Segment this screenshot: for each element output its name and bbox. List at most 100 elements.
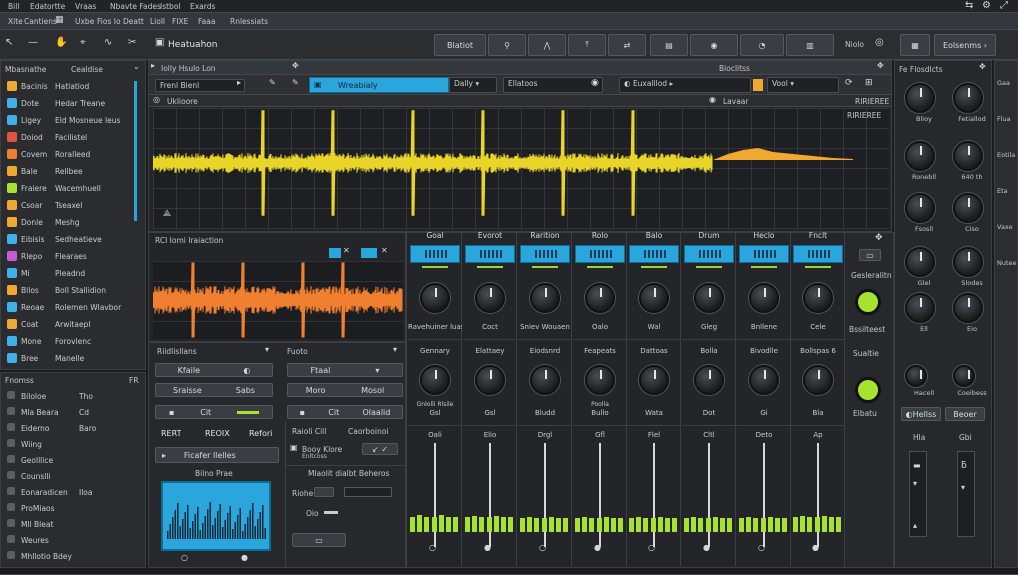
right-knob[interactable] — [953, 193, 983, 223]
library-item[interactable]: Llgey Eld Mosneue leus — [3, 113, 143, 128]
fx-button[interactable]: ▭ — [859, 249, 881, 261]
right-bottom-button[interactable]: ▭ — [292, 533, 346, 547]
fader-cap-icon[interactable]: ● — [812, 543, 819, 552]
right-knob[interactable] — [953, 247, 983, 277]
far-right-item[interactable]: Vaxe — [997, 223, 1017, 231]
right-check-button[interactable]: ↙ ✓ — [362, 443, 398, 455]
record-icon[interactable]: ◉ — [591, 78, 599, 88]
sampler-waveform[interactable] — [153, 261, 403, 339]
right-knob[interactable] — [905, 141, 935, 171]
secondary-item[interactable]: Cantiens — [24, 17, 57, 26]
sampler-play-row[interactable]: ▸ Ficafer llelles — [155, 447, 279, 463]
library-item[interactable]: Dote Hedar Treane — [3, 96, 143, 111]
mode-toggle-icon[interactable]: ◎ — [875, 37, 884, 48]
library-item[interactable]: Bllos Boll Stallidion — [3, 283, 143, 298]
sampler-row-3[interactable]: Sraisse Sabs — [155, 383, 273, 397]
channel-meter-button[interactable] — [629, 245, 679, 263]
channel-knob-2[interactable] — [475, 365, 505, 395]
editor-field-4[interactable]: ◐ Euxalllod ▸ — [619, 77, 751, 93]
channel-knob-2[interactable] — [585, 365, 615, 395]
fx-green-knob-2[interactable] — [855, 377, 881, 403]
fx-header-icon[interactable]: ✥ — [875, 233, 883, 243]
tool-button-3[interactable]: ⤒ — [568, 34, 606, 56]
tool-button-4[interactable]: ⇄ — [608, 34, 646, 56]
sampler-row-4[interactable]: Moro Mosol — [287, 383, 403, 397]
sampler-dropdown-icon[interactable]: ▾ — [265, 345, 269, 354]
secondary-item[interactable]: Rnlessiats — [230, 17, 268, 26]
secondary-item[interactable]: Faaa — [198, 17, 215, 26]
browser-item[interactable]: Biloloe Tho — [3, 389, 143, 404]
browser-item[interactable]: Mll Bleat — [3, 517, 143, 532]
channel-meter-button[interactable] — [739, 245, 789, 263]
mini-knob-icon[interactable]: ○ — [181, 553, 188, 562]
channel-meter-button[interactable] — [410, 245, 460, 263]
channel-knob-1[interactable] — [585, 283, 615, 313]
channel-knob-1[interactable] — [420, 283, 450, 313]
secondary-item[interactable]: Deatt — [123, 17, 144, 26]
clip-name-field[interactable]: ▣ Wreabialy — [309, 77, 449, 93]
secondary-item[interactable]: Xite — [8, 17, 23, 26]
tool-button-8[interactable]: ▥ — [786, 34, 834, 56]
secondary-item[interactable]: Lioll — [150, 17, 165, 26]
fader-cap-icon[interactable]: ○ — [648, 543, 655, 552]
editor-field-2[interactable]: Dally ▾ — [449, 77, 497, 93]
browser-item[interactable]: Mhllotio Bdey — [3, 549, 143, 564]
library-item[interactable]: Mi Pleadnd — [3, 266, 143, 281]
tool-button-2[interactable]: ⋀ — [528, 34, 566, 56]
zoom-icon[interactable]: ◎ — [153, 95, 160, 104]
fader-cap-icon[interactable]: ○ — [429, 543, 436, 552]
channel-meter-button[interactable] — [575, 245, 625, 263]
channel-meter-button[interactable] — [520, 245, 570, 263]
minimize-icon[interactable]: ⤢ — [1000, 0, 1008, 11]
tool-select-button[interactable]: Blatiot — [434, 34, 486, 56]
fader-cap-icon[interactable]: ○ — [539, 543, 546, 552]
editor-field-3[interactable]: Ellatoos — [503, 77, 603, 93]
browser-item[interactable]: Eiderno Baro — [3, 421, 143, 436]
secondary-item[interactable]: FIXE — [172, 17, 188, 26]
right-knob[interactable] — [905, 83, 935, 113]
mini-dot-icon[interactable]: ● — [241, 553, 248, 562]
fx-green-knob[interactable] — [855, 289, 881, 315]
sampler-tab-2[interactable]: REOIX — [205, 429, 230, 438]
sampler-row-2[interactable]: Ftaal ▾ — [287, 363, 403, 377]
color-swatch[interactable] — [753, 79, 763, 91]
play-icon[interactable]: ▸ — [237, 78, 241, 87]
browser-item[interactable]: Geolllice — [3, 453, 143, 468]
tool-button-6[interactable]: ◉ — [690, 34, 738, 56]
editor-settings-icon[interactable]: ✥ — [292, 61, 299, 70]
right-button-2[interactable]: Beoer — [945, 407, 985, 421]
menu-item-extras[interactable]: Exards — [190, 2, 215, 11]
menu-item-view[interactable]: Vraas — [75, 2, 96, 11]
eye-icon[interactable]: ◉ — [709, 95, 716, 104]
secondary-item[interactable]: Fios Io — [97, 17, 121, 26]
library-item[interactable]: Doiod Facilistel — [3, 130, 143, 145]
channel-knob-1[interactable] — [475, 283, 505, 313]
right-slider-2[interactable] — [344, 487, 392, 497]
right-knob[interactable] — [953, 293, 983, 323]
library-item[interactable]: Bree Manelle — [3, 351, 143, 366]
library-item[interactable]: Donle Meshg — [3, 215, 143, 230]
editor-field-5[interactable]: Vool ▾ — [767, 77, 839, 93]
channel-knob-2[interactable] — [694, 365, 724, 395]
library-item[interactable]: Reoae Rolemen Wlavbor — [3, 300, 143, 315]
editor-close-icon[interactable]: ✥ — [877, 61, 884, 70]
far-right-item[interactable]: Gaa — [997, 79, 1017, 87]
channel-knob-2[interactable] — [530, 365, 560, 395]
fader-cap-icon[interactable]: ● — [484, 543, 491, 552]
tool-button-7[interactable]: ◔ — [740, 34, 784, 56]
library-item[interactable]: Bacinis Hatlatiod — [3, 79, 143, 94]
right-slider-1[interactable] — [314, 487, 334, 497]
channel-knob-1[interactable] — [530, 283, 560, 313]
channel-knob-1[interactable] — [749, 283, 779, 313]
split-icon[interactable]: ⊞ — [865, 78, 873, 88]
browser-item[interactable]: Counslli — [3, 469, 143, 484]
sampler-cyan-button[interactable] — [361, 248, 377, 258]
right-knob[interactable] — [953, 365, 975, 387]
grid-icon[interactable]: ▦ — [55, 15, 64, 25]
sampler-row-5[interactable]: ▪ Cit — [155, 405, 273, 419]
right-knob[interactable] — [905, 365, 927, 387]
sampler-dropdown-icon-2[interactable]: ▾ — [393, 345, 397, 354]
far-right-item[interactable]: Eta — [997, 187, 1017, 195]
channel-meter-button[interactable] — [793, 245, 843, 263]
options-button[interactable]: Eolsenms › — [934, 34, 996, 56]
